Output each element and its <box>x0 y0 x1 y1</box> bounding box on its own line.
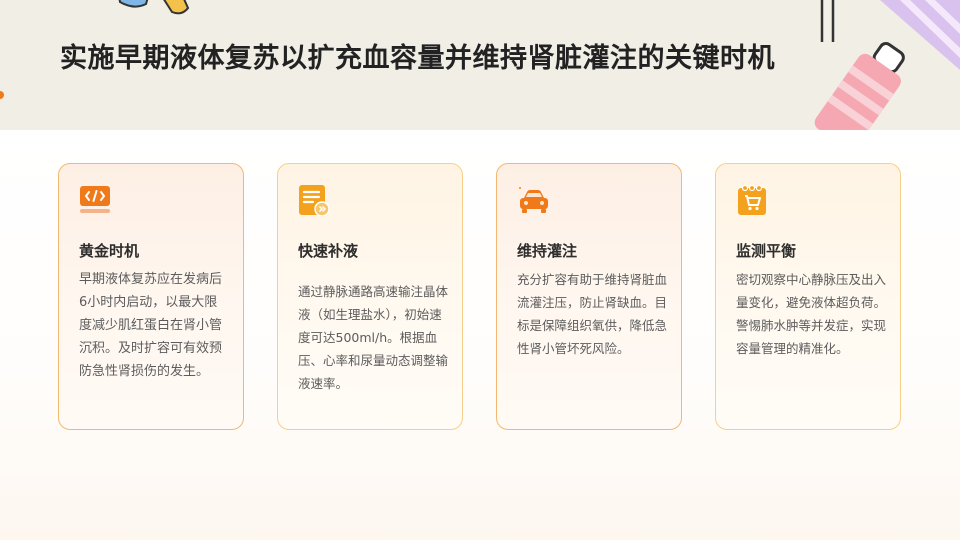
card-text: 充分扩容有助于维持肾脏血流灌注压，防止肾缺血。目标是保障组织氧供，降低急性肾小管… <box>517 272 668 356</box>
card-text: 早期液体复苏应在发病后6小时内启动，以最大限度减少肌红蛋白在肾小管沉积。及时扩容… <box>79 272 223 379</box>
card-title: 快速补液 <box>298 242 359 260</box>
bottle-illustration <box>814 42 905 130</box>
code-tag-icon <box>80 186 110 213</box>
car-icon <box>519 187 548 213</box>
card-title: 监测平衡 <box>736 242 797 260</box>
document-forward-icon <box>299 185 330 216</box>
dot-illustration <box>0 91 4 99</box>
shopping-cart-note-icon <box>738 184 766 215</box>
card-title: 维持灌注 <box>517 242 578 260</box>
card-monitor-balance: 监测平衡 密切观察中心静脉压及出入量变化，避免液体超负荷。警惕肺水肿等并发症，实… <box>715 163 901 430</box>
megaphone-illustration <box>118 0 190 15</box>
card-golden-time: 黄金时机 早期液体复苏应在发病后6小时内启动，以最大限度减少肌红蛋白在肾小管沉积… <box>58 163 244 430</box>
card-text: 密切观察中心静脉压及出入量变化，避免液体超负荷。警惕肺水肿等并发症，实现容量管理… <box>736 272 887 356</box>
card-rapid-infusion: 快速补液 通过静脉通路高速输注晶体液（如生理盐水），初始速度可达500ml/h。… <box>277 163 463 430</box>
card-maintain-perfusion: 维持灌注 充分扩容有助于维持肾脏血流灌注压，防止肾缺血。目标是保障组织氧供，降低… <box>496 163 682 430</box>
slide-title: 实施早期液体复苏以扩充血容量并维持肾脏灌注的关键时机 <box>60 43 775 74</box>
header-band: 实施早期液体复苏以扩充血容量并维持肾脏灌注的关键时机 <box>0 0 960 130</box>
card-title: 黄金时机 <box>79 242 140 260</box>
card-text: 通过静脉通路高速输注晶体液（如生理盐水），初始速度可达500ml/h。根据血压、… <box>298 284 449 391</box>
